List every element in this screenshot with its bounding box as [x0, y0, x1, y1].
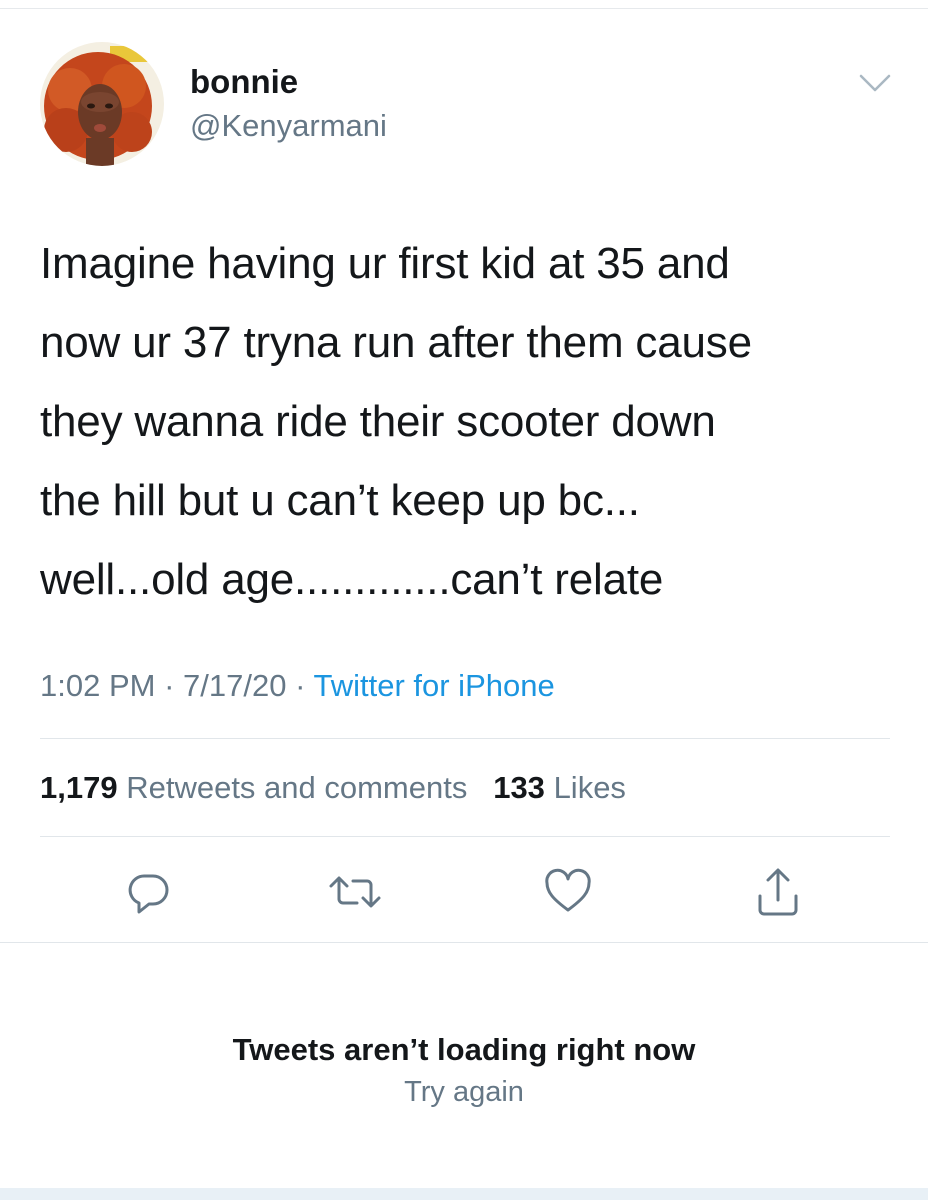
likes-count[interactable]: 133: [493, 770, 545, 805]
retweets-label[interactable]: Retweets and comments: [126, 770, 467, 805]
retweet-icon: [329, 876, 381, 908]
tweet-date: 7/17/20: [183, 668, 287, 703]
divider: [40, 836, 890, 837]
tweet-header: bonnie @Kenyarmani: [40, 42, 387, 166]
tweet-text: Imagine having ur first kid at 35 and no…: [40, 239, 752, 604]
display-name[interactable]: bonnie: [190, 62, 387, 102]
empty-state-title: Tweets aren’t loading right now: [232, 1032, 696, 1067]
tweet-time: 1:02 PM: [40, 668, 156, 703]
divider: [40, 738, 890, 739]
reply-button[interactable]: [119, 862, 179, 922]
tweet-stats: 1,179 Retweets and comments 133 Likes: [40, 766, 626, 810]
divider: [0, 942, 928, 943]
avatar[interactable]: [40, 42, 164, 166]
tweet-source-link[interactable]: Twitter for iPhone: [313, 668, 554, 703]
retweet-button[interactable]: [325, 862, 385, 922]
like-button[interactable]: [538, 862, 598, 922]
bottom-bar: [0, 1188, 928, 1200]
top-divider: [0, 8, 928, 9]
share-icon: [758, 868, 798, 916]
heart-icon: [545, 868, 591, 912]
reply-icon: [128, 874, 169, 914]
retweets-count[interactable]: 1,179: [40, 770, 118, 805]
try-again-button[interactable]: Try again: [0, 1072, 928, 1112]
tweet-meta: 1:02 PM · 7/17/20 · Twitter for iPhone: [40, 664, 555, 708]
meta-separator: ·: [164, 668, 175, 703]
chevron-down-icon[interactable]: [857, 70, 893, 96]
likes-label[interactable]: Likes: [554, 770, 626, 805]
share-button[interactable]: [748, 862, 808, 922]
user-handle[interactable]: @Kenyarmani: [190, 106, 387, 146]
action-bar: [0, 862, 928, 922]
meta-separator: ·: [295, 668, 306, 703]
